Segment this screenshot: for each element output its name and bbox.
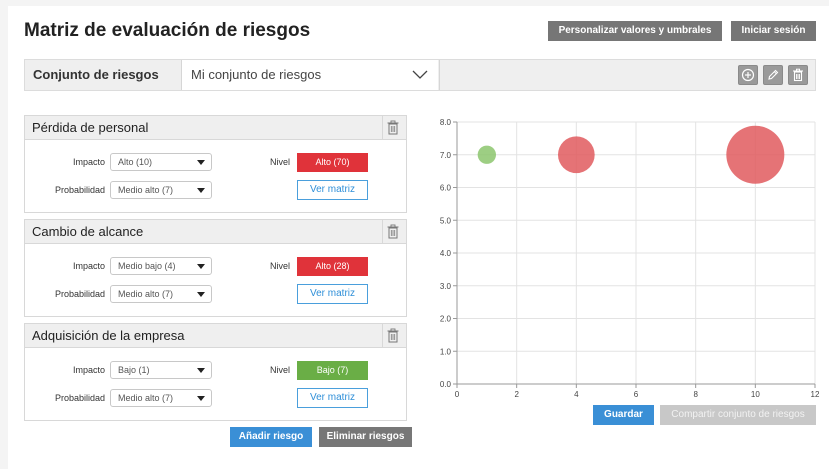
y-tick-label: 3.0 (440, 282, 452, 291)
level-badge: Alto (70) (297, 153, 368, 172)
caret-down-icon (197, 368, 205, 373)
x-tick-label: 10 (751, 390, 760, 399)
risk-name[interactable]: Adquisición de la empresa (32, 324, 184, 348)
add-set-button[interactable] (738, 65, 758, 85)
impact-value: Medio bajo (4) (118, 261, 176, 271)
probability-select[interactable]: Medio alto (7) (110, 285, 212, 303)
impact-select[interactable]: Bajo (1) (110, 361, 212, 379)
x-tick-label: 2 (514, 390, 519, 399)
impact-label: Impacto (72, 365, 105, 375)
risk-name[interactable]: Pérdida de personal (32, 116, 148, 140)
view-matrix-button[interactable]: Ver matriz (297, 180, 368, 200)
login-button[interactable]: Iniciar sesión (731, 21, 816, 41)
share-risk-set-button: Compartir conjunto de riesgos (660, 405, 816, 425)
risk-set-selected: Mi conjunto de riesgos (191, 67, 322, 82)
delete-risks-button[interactable]: Eliminar riesgos (319, 427, 412, 447)
level-badge: Alto (28) (297, 257, 368, 276)
risk-card: Cambio de alcance Impacto Medio bajo (4)… (24, 219, 407, 317)
customize-values-button[interactable]: Personalizar valores y umbrales (548, 21, 722, 41)
probability-label: Probabilidad (54, 289, 105, 299)
y-tick-label: 0.0 (440, 380, 452, 389)
bubble-point (477, 145, 497, 164)
probability-label: Probabilidad (54, 393, 105, 403)
add-risk-button[interactable]: Añadir riesgo (230, 427, 312, 447)
chevron-down-icon (412, 70, 428, 79)
impact-label: Impacto (72, 261, 105, 271)
risk-set-select[interactable]: Mi conjunto de riesgos (182, 60, 438, 90)
divider (382, 324, 383, 347)
bubble-point (726, 125, 785, 184)
risk-header: Pérdida de personal (25, 116, 406, 140)
probability-select[interactable]: Medio alto (7) (110, 389, 212, 407)
risk-card: Adquisición de la empresa Impacto Bajo (… (24, 323, 407, 421)
page-title: Matriz de evaluación de riesgos (24, 20, 311, 41)
risk-bubble-chart: 0.0 1.0 2.0 3.0 4.0 5.0 6.0 7.0 8.0 0 2 4 6 8 10 12 (440, 118, 820, 399)
x-tick-label: 6 (634, 390, 639, 399)
x-tick-label: 0 (455, 390, 460, 399)
impact-value: Bajo (1) (118, 365, 150, 375)
view-matrix-button[interactable]: Ver matriz (297, 388, 368, 408)
trash-icon[interactable] (387, 224, 399, 239)
y-tick-label: 4.0 (440, 249, 452, 258)
caret-down-icon (197, 264, 205, 269)
level-badge: Bajo (7) (297, 361, 368, 380)
trash-icon[interactable] (387, 120, 399, 135)
y-tick-label: 7.0 (440, 151, 452, 160)
impact-select[interactable]: Alto (10) (110, 153, 212, 171)
view-matrix-button[interactable]: Ver matriz (297, 284, 368, 304)
x-tick-label: 8 (693, 390, 698, 399)
x-tick-label: 12 (811, 390, 820, 399)
y-tick-label: 8.0 (440, 118, 452, 127)
risk-card: Pérdida de personal Impacto Alto (10) Pr… (24, 115, 407, 213)
plus-circle-icon (741, 68, 755, 82)
impact-label: Impacto (72, 157, 105, 167)
probability-value: Medio alto (7) (118, 289, 174, 299)
impact-value: Alto (10) (118, 157, 153, 167)
risk-set-label: Conjunto de riesgos (33, 67, 159, 82)
trash-icon[interactable] (387, 328, 399, 343)
y-tick-label: 5.0 (440, 216, 452, 225)
edit-set-button[interactable] (763, 65, 783, 85)
impact-select[interactable]: Medio bajo (4) (110, 257, 212, 275)
pencil-icon (768, 69, 779, 80)
level-label: Nivel (269, 365, 290, 375)
y-tick-label: 6.0 (440, 184, 452, 193)
caret-down-icon (197, 292, 205, 297)
divider (382, 116, 383, 139)
delete-set-button[interactable] (788, 65, 808, 85)
probability-value: Medio alto (7) (118, 393, 174, 403)
y-tick-label: 2.0 (440, 315, 452, 324)
probability-select[interactable]: Medio alto (7) (110, 181, 212, 199)
probability-value: Medio alto (7) (118, 185, 174, 195)
y-tick-label: 1.0 (440, 347, 452, 356)
risk-set-bar: Conjunto de riesgos Mi conjunto de riesg… (24, 59, 816, 91)
caret-down-icon (197, 188, 205, 193)
save-button[interactable]: Guardar (593, 405, 654, 425)
level-label: Nivel (269, 261, 290, 271)
level-label: Nivel (269, 157, 290, 167)
risk-header: Adquisición de la empresa (25, 324, 406, 348)
divider (439, 60, 440, 90)
x-tick-label: 4 (574, 390, 579, 399)
probability-label: Probabilidad (54, 185, 105, 195)
risk-name[interactable]: Cambio de alcance (32, 220, 143, 244)
caret-down-icon (197, 396, 205, 401)
bubble-point (557, 136, 595, 174)
divider (382, 220, 383, 243)
caret-down-icon (197, 160, 205, 165)
trash-icon (793, 68, 803, 82)
risk-header: Cambio de alcance (25, 220, 406, 244)
